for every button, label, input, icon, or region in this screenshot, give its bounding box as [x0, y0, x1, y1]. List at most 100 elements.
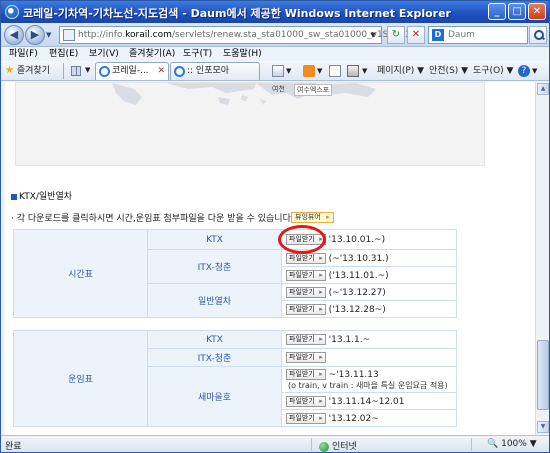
- menu-help[interactable]: 도움말(H): [223, 47, 262, 61]
- download-button[interactable]: 파일받기: [286, 286, 326, 298]
- scroll-down-icon[interactable]: ▼: [537, 421, 549, 433]
- download-button[interactable]: 파일받기: [286, 352, 326, 363]
- timetable-entry: 파일받기 ('13.12.28~): [281, 300, 457, 318]
- faretable-table: 운임표 KTX 파일받기 '13.1.1.~ ITX-청춘 파일받기 새마을호 …: [13, 330, 457, 427]
- status-divider: [311, 438, 312, 451]
- map-label-yeocheon[interactable]: 여천: [272, 84, 285, 94]
- browser-window: 코레일-기차역-기차노선-지도검색 - Daum에서 제공한 Windows I…: [0, 0, 550, 453]
- mail-icon[interactable]: [329, 65, 341, 77]
- print-dropdown-icon[interactable]: ▼: [362, 67, 367, 75]
- address-bar[interactable]: http://info.korail.com/servlets/renew.st…: [59, 26, 411, 44]
- safety-menu[interactable]: 안전(S) ▼: [429, 61, 468, 81]
- refresh-icon: ↻: [391, 29, 401, 40]
- daum-logo-icon: D: [432, 29, 444, 41]
- stop-button[interactable]: ✕: [407, 26, 425, 44]
- download-note: · 각 다운로드를 클릭하시면 시간,운임표 첨부파일을 다운 받을 수 있습니…: [11, 214, 294, 224]
- menu-view[interactable]: 보기(V): [89, 47, 119, 61]
- faretable-entry: 파일받기 '13.11.14~12.01: [281, 392, 457, 410]
- korea-map: 여천 여수엑스포: [15, 82, 485, 166]
- menu-favorites[interactable]: 즐겨찾기(A): [129, 47, 175, 61]
- tools-menu[interactable]: 도구(O) ▼: [473, 61, 513, 81]
- status-text: 완료: [5, 442, 22, 452]
- download-button[interactable]: 파일받기: [286, 368, 326, 380]
- map-label-yeosu-expo[interactable]: 여수엑스포: [294, 84, 333, 96]
- tab-bar: ★ 즐겨찾기 ▼ 코레일-... ✕ :: 인포모아 ▼ ▼ ▼ 페이지(P) …: [1, 61, 549, 81]
- home-icon[interactable]: [272, 65, 284, 77]
- history-dropdown-icon[interactable]: ▼: [46, 31, 54, 39]
- refresh-button[interactable]: ↻: [387, 26, 405, 44]
- download-button[interactable]: 파일받기: [286, 334, 326, 345]
- address-dropdown-icon[interactable]: ▼: [367, 29, 379, 41]
- viewer-download-button[interactable]: 뷰잉뷰어: [291, 212, 334, 223]
- close-button[interactable]: ✕: [528, 3, 546, 20]
- close-tab-icon[interactable]: ✕: [157, 63, 165, 80]
- url-text[interactable]: http://info.korail.com/servlets/renew.st…: [78, 30, 411, 40]
- forward-button[interactable]: ▶: [25, 25, 45, 45]
- timetable-type-regular: 일반열차: [147, 283, 282, 318]
- feed-dropdown-icon[interactable]: ▼: [317, 67, 322, 75]
- menu-file[interactable]: 파일(F): [9, 47, 38, 61]
- menu-bar: 파일(F) 편집(E) 보기(V) 즐겨찾기(A) 도구(T) 도움말(H): [1, 47, 549, 61]
- map-graphic: [112, 83, 376, 105]
- download-button[interactable]: 파일받기: [286, 303, 326, 315]
- menu-edit[interactable]: 편집(E): [49, 47, 78, 61]
- help-icon[interactable]: ?: [518, 65, 530, 77]
- forward-arrow-icon: ▶: [30, 28, 40, 41]
- separator: [63, 63, 64, 79]
- tab-infomoa[interactable]: :: 인포모아: [170, 62, 260, 80]
- faretable-entry: 파일받기: [281, 348, 457, 367]
- scroll-thumb[interactable]: [537, 340, 549, 410]
- timetable-type-ktx: KTX: [147, 229, 282, 250]
- address-bar-row: ◀ ▶ ▼ http://info.korail.com/servlets/re…: [1, 23, 549, 47]
- search-placeholder: Daum: [448, 30, 475, 40]
- menu-tools[interactable]: 도구(T): [183, 47, 212, 61]
- faretable-type-ktx: KTX: [147, 330, 282, 349]
- scroll-up-icon[interactable]: ▲: [537, 83, 549, 95]
- faretable-type-itx: ITX-청춘: [147, 348, 282, 367]
- print-icon[interactable]: [347, 65, 359, 77]
- ie-page-icon: [99, 66, 110, 77]
- maximize-button[interactable]: □: [508, 3, 526, 20]
- faretable-type-saemaeul: 새마을호: [147, 366, 282, 427]
- vertical-scrollbar[interactable]: ▲ ▼: [535, 82, 549, 435]
- page-menu[interactable]: 페이지(P) ▼: [377, 61, 424, 81]
- faretable-category: 운임표: [13, 330, 148, 427]
- zoom-icon: 🔍: [487, 439, 499, 449]
- timetable-entry: 파일받기 ('13.11.01.~): [281, 266, 457, 284]
- download-button[interactable]: 파일받기: [286, 412, 326, 424]
- red-circle-annotation: [278, 225, 326, 254]
- section-title: KTX/일반열차: [11, 189, 72, 202]
- ie-page-icon: [174, 66, 185, 77]
- status-bar: 완료 인터넷 🔍 100% ▼: [1, 435, 549, 452]
- timetable-category: 시간표: [13, 229, 148, 318]
- tab-list-dropdown-icon[interactable]: ▼: [85, 66, 90, 74]
- rss-feed-icon[interactable]: [303, 65, 315, 77]
- internet-zone-icon: [319, 441, 329, 452]
- ie-logo-icon: [5, 5, 19, 19]
- quick-tabs-icon[interactable]: [71, 66, 81, 76]
- minimize-button[interactable]: _: [488, 3, 506, 20]
- saemaeul-note: (o train, v train : 새마을 특실 운임요금 적용): [288, 380, 448, 390]
- back-arrow-icon: ◀: [9, 28, 19, 41]
- stop-icon: ✕: [411, 29, 421, 40]
- timetable-table: 시간표 KTX 파일받기 '13.10.01.~) ITX-청춘 파일받기 (~…: [13, 229, 457, 318]
- favorites-button[interactable]: ★ 즐겨찾기: [5, 64, 50, 78]
- download-button[interactable]: 파일받기: [286, 252, 326, 264]
- search-icon[interactable]: [529, 26, 547, 44]
- section-bullet-icon: [11, 193, 17, 200]
- zoom-level[interactable]: 🔍 100% ▼: [487, 439, 537, 449]
- faretable-entry: 파일받기 ~'13.11.13(o train, v train : 새마을 특…: [281, 366, 457, 393]
- download-button[interactable]: 파일받기: [286, 395, 326, 407]
- timetable-entry: 파일받기 (~'13.12.27): [281, 283, 457, 301]
- home-dropdown-icon[interactable]: ▼: [286, 67, 291, 75]
- download-button[interactable]: 파일받기: [286, 269, 326, 281]
- search-input[interactable]: D Daum: [428, 26, 528, 44]
- help-dropdown-icon[interactable]: ▼: [532, 67, 537, 75]
- page-content: 여천 여수엑스포 KTX/일반열차 · 각 다운로드를 클릭하시면 시간,운임표…: [5, 82, 535, 435]
- faretable-entry: 파일받기 '13.12.02~: [281, 409, 457, 427]
- security-zone[interactable]: 인터넷: [319, 439, 357, 452]
- window-title: 코레일-기차역-기차노선-지도검색 - Daum에서 제공한 Windows I…: [23, 7, 451, 20]
- back-button[interactable]: ◀: [4, 25, 24, 45]
- timetable-type-itx: ITX-청춘: [147, 249, 282, 284]
- tab-korail[interactable]: 코레일-... ✕: [95, 62, 169, 80]
